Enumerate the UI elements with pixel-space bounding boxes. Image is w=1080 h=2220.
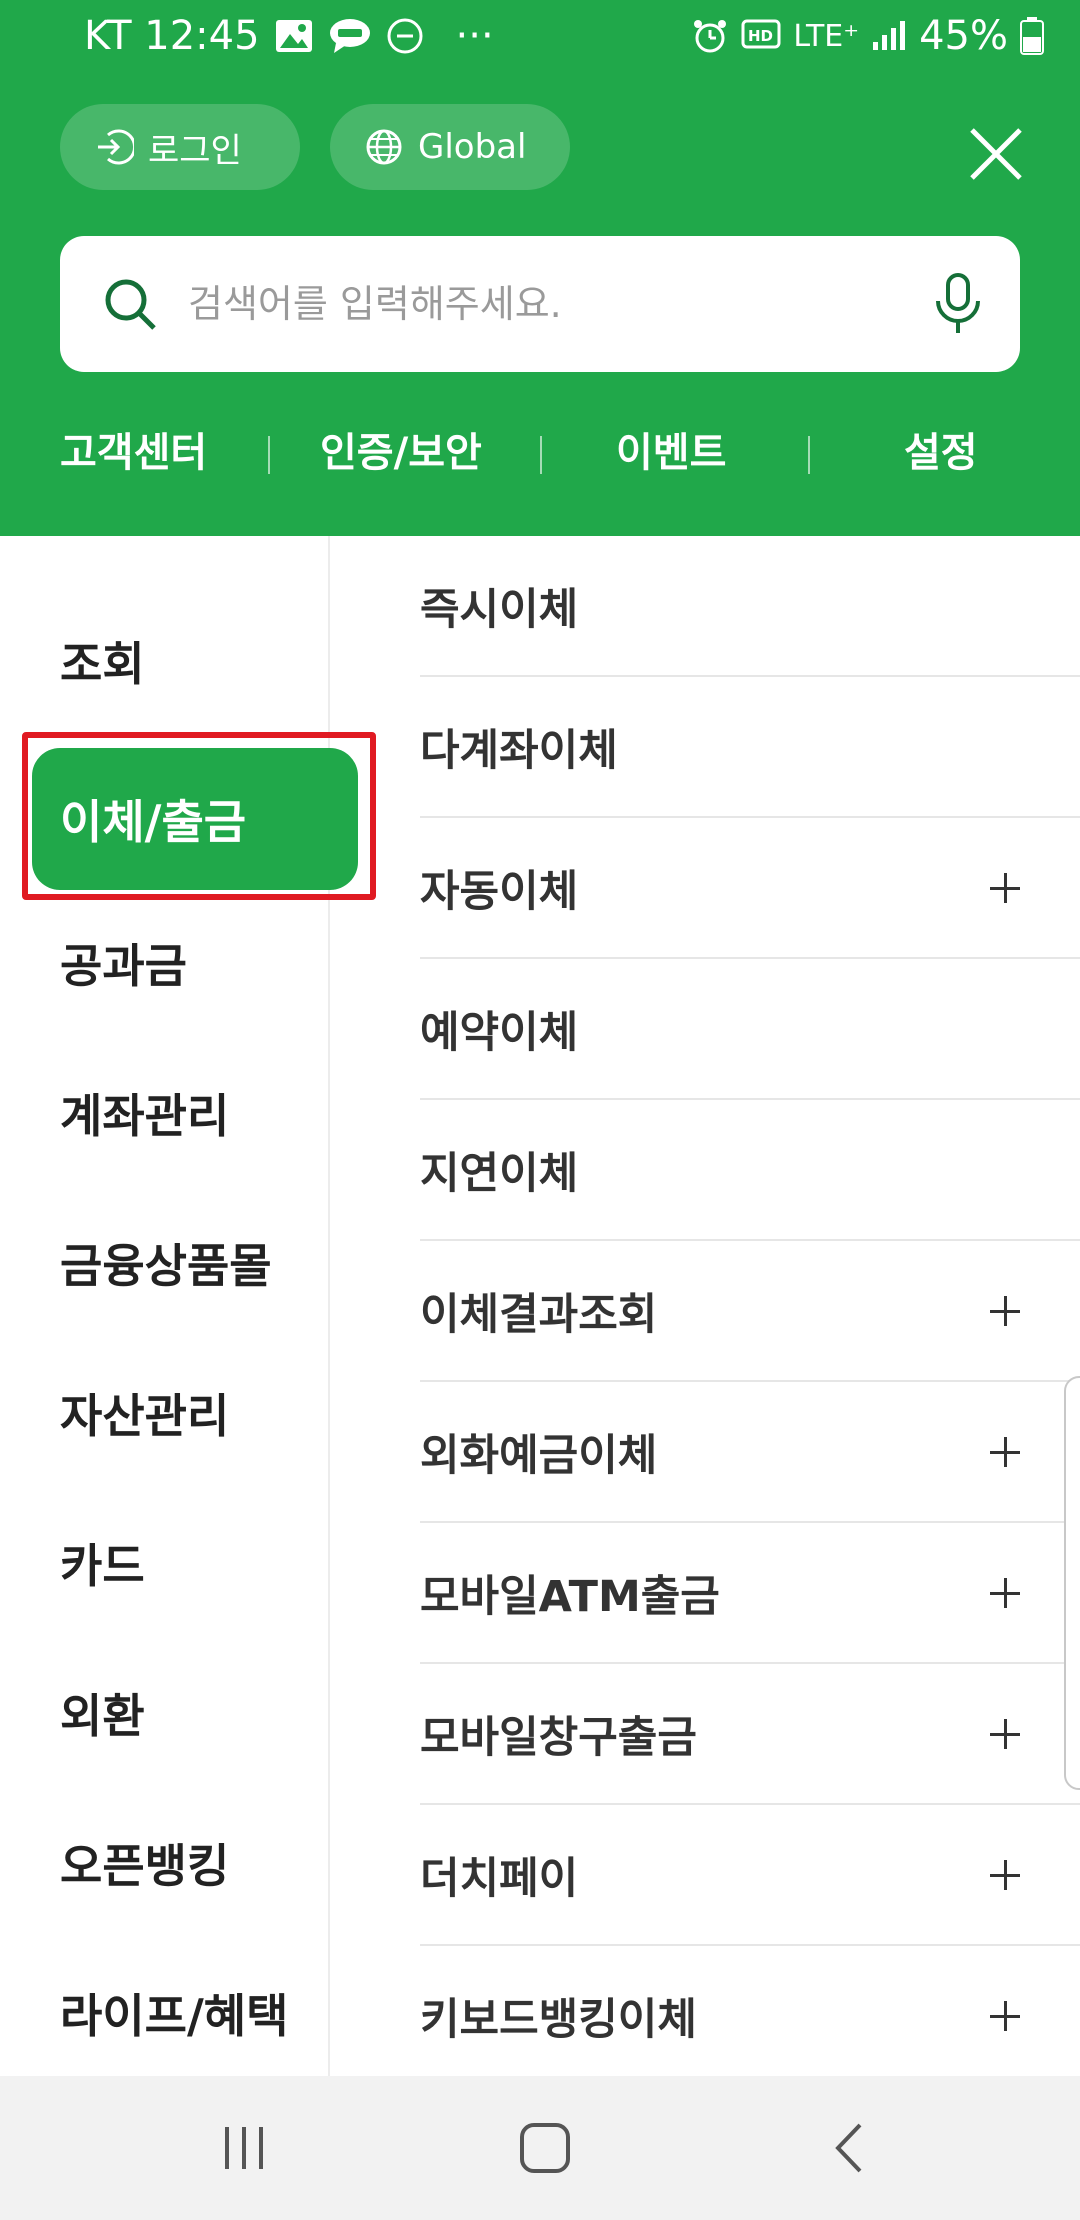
category-card[interactable]: 카드	[60, 1526, 145, 1606]
submenu-list: 즉시이체 다계좌이체 자동이체 예약이체 지연이체 이체결과조회 외화예금이체 …	[420, 536, 1080, 2076]
hd-voice-icon: HD	[741, 19, 781, 53]
global-button[interactable]: Global	[330, 104, 570, 190]
status-bar: KT 12:45 ··· HD LTE⁺ 45%	[0, 0, 1080, 72]
recent-apps-button[interactable]	[214, 2118, 274, 2178]
recent-apps-icon	[225, 2127, 263, 2169]
expand-plus-icon[interactable]	[990, 1295, 1020, 1326]
expand-plus-icon[interactable]	[990, 2000, 1020, 2031]
quick-link-events[interactable]: 이벤트	[616, 416, 726, 490]
network-type: LTE⁺	[793, 18, 860, 54]
back-chevron-icon	[835, 2123, 862, 2173]
category-inquiry[interactable]: 조회	[60, 624, 145, 704]
search-icon[interactable]	[102, 276, 158, 332]
expand-plus-icon[interactable]	[990, 1436, 1020, 1467]
divider	[268, 436, 270, 474]
submenu-label: 모바일ATM출금	[420, 1571, 720, 1622]
category-nav: 조회 이체/출금 공과금 계좌관리 금융상품몰 자산관리 카드 외환 오픈뱅킹 …	[0, 536, 376, 2076]
back-button[interactable]	[820, 2118, 880, 2178]
submenu-label: 예약이체	[420, 1007, 579, 1058]
menu-header: KT 12:45 ··· HD LTE⁺ 45% 로그인 Global 검색어를…	[0, 0, 1080, 536]
scrollbar-handle[interactable]	[1064, 1376, 1080, 1790]
search-input[interactable]	[188, 282, 932, 326]
submenu-label: 외화예금이체	[420, 1430, 658, 1481]
gallery-notification-icon	[274, 18, 314, 54]
category-label: 이체/출금	[60, 795, 247, 849]
submenu-label: 지연이체	[420, 1148, 579, 1199]
microphone-icon[interactable]	[932, 273, 984, 335]
submenu-label: 모바일창구출금	[420, 1712, 697, 1763]
submenu-item[interactable]: 더치페이	[420, 1805, 1080, 1946]
category-life-benefits[interactable]: 라이프/혜택	[60, 1976, 288, 2056]
quick-link-customer-center[interactable]: 고객센터	[60, 416, 207, 490]
submenu-item[interactable]: 예약이체	[420, 959, 1080, 1100]
divider	[808, 436, 810, 474]
expand-plus-icon[interactable]	[990, 1718, 1020, 1749]
do-not-disturb-icon	[386, 17, 424, 55]
status-left: KT 12:45 ···	[84, 13, 494, 59]
quick-links: 고객센터 인증/보안 이벤트 설정	[0, 416, 1080, 490]
submenu-label: 즉시이체	[420, 584, 579, 635]
submenu-label: 키보드뱅킹이체	[420, 1994, 697, 2045]
submenu-label: 다계좌이체	[420, 725, 618, 776]
submenu-item[interactable]: 외화예금이체	[420, 1382, 1080, 1523]
quick-link-auth-security[interactable]: 인증/보안	[320, 416, 482, 490]
status-right: HD LTE⁺ 45%	[691, 13, 1044, 59]
home-button[interactable]	[515, 2118, 575, 2178]
system-navigation-bar	[0, 2076, 1080, 2220]
signal-icon	[871, 20, 907, 52]
submenu-item[interactable]: 즉시이체	[420, 536, 1080, 677]
quick-link-settings[interactable]: 설정	[904, 416, 978, 490]
category-transfer-withdrawal[interactable]: 이체/출금	[32, 748, 358, 890]
svg-text:HD: HD	[748, 27, 773, 45]
expand-plus-icon[interactable]	[990, 1859, 1020, 1890]
global-label: Global	[418, 127, 527, 167]
home-icon	[520, 2123, 570, 2173]
category-utility-bills[interactable]: 공과금	[60, 926, 187, 1006]
login-button[interactable]: 로그인	[60, 104, 300, 190]
submenu-item[interactable]: 지연이체	[420, 1100, 1080, 1241]
more-notifications: ···	[455, 13, 494, 59]
app-screen: KT 12:45 ··· HD LTE⁺ 45% 로그인 Global 검색어를…	[0, 0, 1080, 2220]
category-financial-products[interactable]: 금융상품몰	[60, 1226, 272, 1306]
category-open-banking[interactable]: 오픈뱅킹	[60, 1826, 229, 1906]
search-bar[interactable]	[60, 236, 1020, 372]
submenu-item[interactable]: 다계좌이체	[420, 677, 1080, 818]
login-label: 로그인	[148, 130, 242, 171]
category-foreign-exchange[interactable]: 외환	[60, 1676, 145, 1756]
expand-plus-icon[interactable]	[990, 872, 1020, 903]
submenu-item[interactable]: 이체결과조회	[420, 1241, 1080, 1382]
submenu-item[interactable]: 키보드뱅킹이체	[420, 1946, 1080, 2076]
alarm-icon	[691, 17, 729, 55]
carrier-time: KT 12:45	[84, 13, 260, 59]
submenu-label: 이체결과조회	[420, 1289, 658, 1340]
submenu-item[interactable]: 자동이체	[420, 818, 1080, 959]
login-arrow-icon	[94, 127, 134, 167]
close-icon	[970, 128, 1022, 180]
submenu-label: 자동이체	[420, 866, 579, 917]
submenu-item[interactable]: 모바일창구출금	[420, 1664, 1080, 1805]
category-asset-management[interactable]: 자산관리	[60, 1376, 229, 1456]
submenu-item[interactable]: 모바일ATM출금	[420, 1523, 1080, 1664]
globe-icon	[364, 127, 404, 167]
battery-icon	[1020, 17, 1044, 55]
close-button[interactable]	[966, 124, 1026, 184]
divider	[540, 436, 542, 474]
talk-notification-icon	[328, 17, 372, 55]
submenu-label: 더치페이	[420, 1853, 579, 1904]
battery-percent: 45%	[919, 13, 1008, 59]
expand-plus-icon[interactable]	[990, 1577, 1020, 1608]
category-account-management[interactable]: 계좌관리	[60, 1076, 229, 1156]
